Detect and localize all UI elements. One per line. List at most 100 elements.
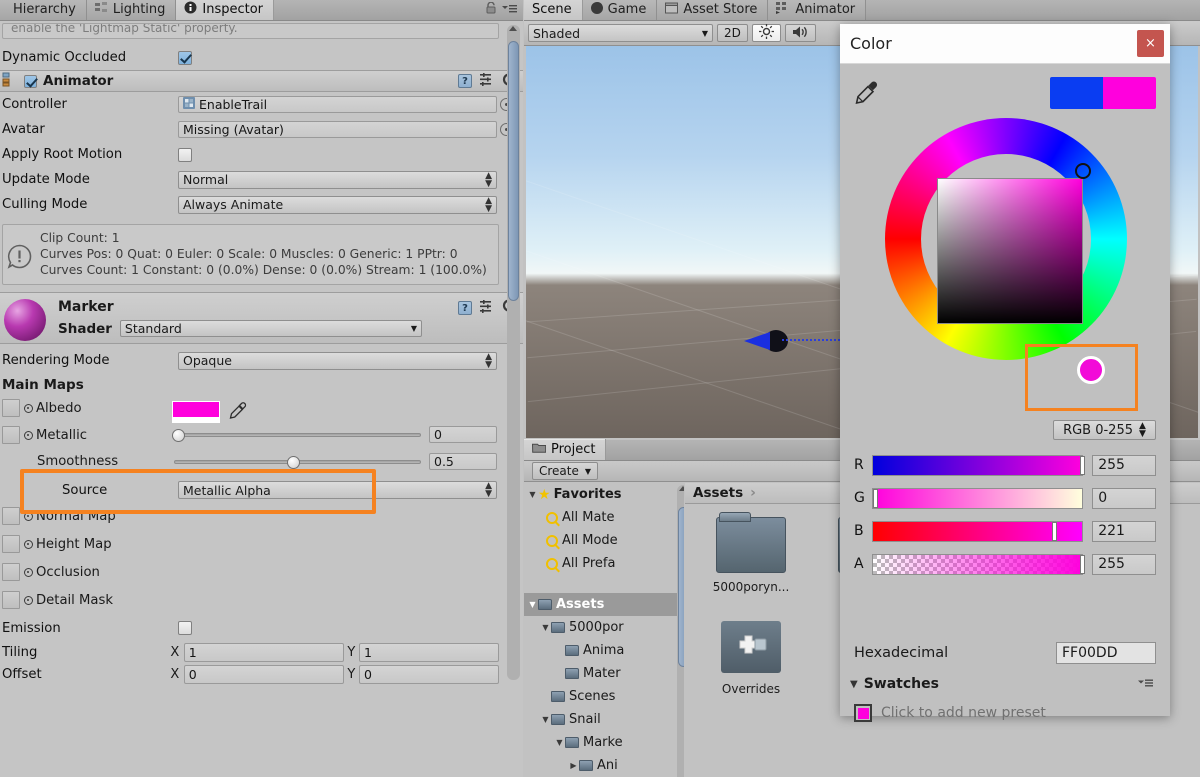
- project-tree[interactable]: ▼ ★ Favorites All Mate All Mode All Pref…: [524, 483, 684, 777]
- color-wheel[interactable]: [845, 118, 1165, 418]
- source-dropdown[interactable]: Metallic Alpha ▲ ▼: [178, 481, 497, 499]
- update-mode-dropdown[interactable]: Normal ▲ ▼: [178, 170, 497, 189]
- tab-scene[interactable]: Scene: [524, 0, 583, 20]
- scroll-up-arrow-icon[interactable]: [679, 486, 684, 491]
- animator-component-header[interactable]: Animator ?: [0, 70, 523, 92]
- tiling-y-field[interactable]: 1: [359, 642, 499, 662]
- channel-a-handle[interactable]: [1079, 554, 1085, 574]
- scene-lighting-toggle-button[interactable]: [751, 24, 781, 42]
- options-menu-icon[interactable]: [1138, 677, 1160, 691]
- color-mode-dropdown[interactable]: RGB 0-255 ▲ ▼: [1053, 420, 1156, 440]
- tree-item-all-materials[interactable]: All Mate: [524, 506, 684, 529]
- asset-item-folder[interactable]: 5000poryn...: [707, 512, 795, 598]
- channel-r-slider[interactable]: [871, 454, 1085, 476]
- two-d-toggle-button[interactable]: 2D: [717, 24, 748, 42]
- tree-item-assets[interactable]: ▼ Assets: [524, 593, 684, 616]
- preset-icon[interactable]: [480, 299, 494, 316]
- tab-hierarchy[interactable]: Hierarchy: [0, 0, 87, 20]
- help-icon[interactable]: ?: [458, 300, 472, 315]
- hexadecimal-field[interactable]: FF00DD: [1056, 642, 1156, 664]
- occlusion-toggle-icon[interactable]: [24, 568, 33, 577]
- tab-lighting[interactable]: Lighting: [86, 0, 177, 20]
- inspector-scrollbar-thumb[interactable]: [508, 41, 519, 301]
- swatches-header[interactable]: ▼ Swatches: [850, 676, 1160, 692]
- tab-inspector[interactable]: Inspector: [176, 0, 275, 20]
- help-icon[interactable]: ?: [458, 74, 472, 88]
- add-preset-row[interactable]: Click to add new preset: [854, 704, 1046, 722]
- eyedropper-icon[interactable]: [854, 80, 880, 106]
- saturation-value-square[interactable]: [937, 178, 1083, 324]
- breadcrumb-assets[interactable]: Assets: [693, 485, 743, 501]
- smoothness-slider[interactable]: [174, 455, 421, 469]
- options-menu-icon[interactable]: [502, 3, 517, 17]
- dynamic-occluded-checkbox[interactable]: [178, 50, 192, 65]
- tree-item-anima[interactable]: Anima: [524, 639, 684, 662]
- metallic-slider[interactable]: [172, 428, 421, 442]
- tree-item-snail[interactable]: ▼ Snail: [524, 708, 684, 731]
- disclosure-triangle-icon[interactable]: ▼: [540, 623, 551, 632]
- albedo-toggle-icon[interactable]: [24, 404, 33, 413]
- disclosure-triangle-icon[interactable]: ▼: [527, 600, 538, 609]
- scroll-up-arrow-icon[interactable]: [509, 26, 517, 31]
- avatar-object-field[interactable]: Missing (Avatar): [178, 121, 513, 138]
- lock-icon[interactable]: [486, 1, 496, 17]
- disclosure-triangle-icon[interactable]: ▼: [850, 679, 858, 690]
- tab-asset-store[interactable]: Asset Store: [657, 0, 769, 20]
- culling-mode-dropdown[interactable]: Always Animate ▲ ▼: [178, 195, 497, 214]
- smoothness-value-field[interactable]: 0.5: [429, 453, 497, 470]
- tree-item-all-models[interactable]: All Mode: [524, 529, 684, 552]
- channel-g-handle[interactable]: [872, 488, 878, 508]
- color-preview-swatch[interactable]: [1050, 77, 1156, 109]
- albedo-texture-slot[interactable]: [2, 399, 20, 417]
- animator-enabled-checkbox[interactable]: [24, 74, 37, 88]
- channel-r-value[interactable]: 255: [1092, 454, 1156, 476]
- create-button[interactable]: Create ▼: [532, 462, 599, 480]
- emission-checkbox[interactable]: [178, 621, 192, 635]
- albedo-color-swatch[interactable]: [172, 401, 220, 423]
- occlusion-texture-slot[interactable]: [2, 563, 20, 581]
- channel-b-slider[interactable]: [871, 520, 1084, 542]
- channel-g-slider[interactable]: [871, 487, 1084, 509]
- preset-icon[interactable]: [480, 73, 494, 89]
- eyedropper-icon[interactable]: [228, 401, 248, 424]
- channel-g-value[interactable]: 0: [1092, 487, 1156, 509]
- normal-map-toggle-icon[interactable]: [24, 512, 33, 521]
- tree-item-favorites[interactable]: ▼ ★ Favorites: [524, 483, 684, 506]
- smoothness-slider-knob[interactable]: [286, 455, 300, 469]
- channel-b-value[interactable]: 221: [1092, 520, 1156, 542]
- metallic-texture-slot[interactable]: [2, 426, 20, 444]
- tab-animator[interactable]: Animator: [768, 0, 867, 20]
- disclosure-triangle-icon[interactable]: ▼: [554, 738, 565, 747]
- tree-item-all-prefabs[interactable]: All Prefa: [524, 552, 684, 575]
- close-icon[interactable]: ×: [1137, 30, 1164, 57]
- normal-map-texture-slot[interactable]: [2, 507, 20, 525]
- tree-item-scenes[interactable]: Scenes: [524, 685, 684, 708]
- offset-y-field[interactable]: 0: [359, 664, 499, 684]
- tiling-x-field[interactable]: 1: [183, 642, 344, 662]
- tree-item-mater[interactable]: Mater: [524, 662, 684, 685]
- tree-item-5000por[interactable]: ▼ 5000por: [524, 616, 684, 639]
- project-tree-scrollbar[interactable]: [677, 485, 684, 777]
- channel-a-value[interactable]: 255: [1092, 553, 1156, 575]
- project-tree-scrollbar-thumb[interactable]: [678, 507, 684, 667]
- tab-game[interactable]: Game: [582, 0, 658, 20]
- rendering-mode-dropdown[interactable]: Opaque ▲ ▼: [178, 351, 497, 370]
- tab-project[interactable]: Project: [524, 439, 607, 460]
- asset-item-overrides[interactable]: Overrides: [707, 616, 795, 696]
- tree-item-ani[interactable]: ▶ Ani: [524, 754, 684, 777]
- detail-mask-texture-slot[interactable]: [2, 591, 20, 609]
- saturation-value-cursor[interactable]: [1075, 163, 1091, 179]
- channel-r-handle[interactable]: [1079, 455, 1085, 475]
- channel-a-slider[interactable]: [871, 553, 1085, 575]
- shader-dropdown[interactable]: Standard ▼: [119, 320, 422, 337]
- metallic-toggle-icon[interactable]: [24, 431, 33, 440]
- controller-object-field[interactable]: EnableTrail: [178, 96, 513, 113]
- preset-color-chip[interactable]: [854, 704, 872, 722]
- draw-mode-dropdown[interactable]: Shaded ▼: [528, 24, 713, 42]
- disclosure-triangle-icon[interactable]: ▼: [527, 490, 538, 499]
- disclosure-triangle-icon[interactable]: ▶: [568, 761, 579, 770]
- height-map-toggle-icon[interactable]: [24, 540, 33, 549]
- disclosure-triangle-icon[interactable]: ▼: [540, 715, 551, 724]
- inspector-scrollbar[interactable]: [507, 25, 520, 680]
- offset-x-field[interactable]: 0: [183, 664, 344, 684]
